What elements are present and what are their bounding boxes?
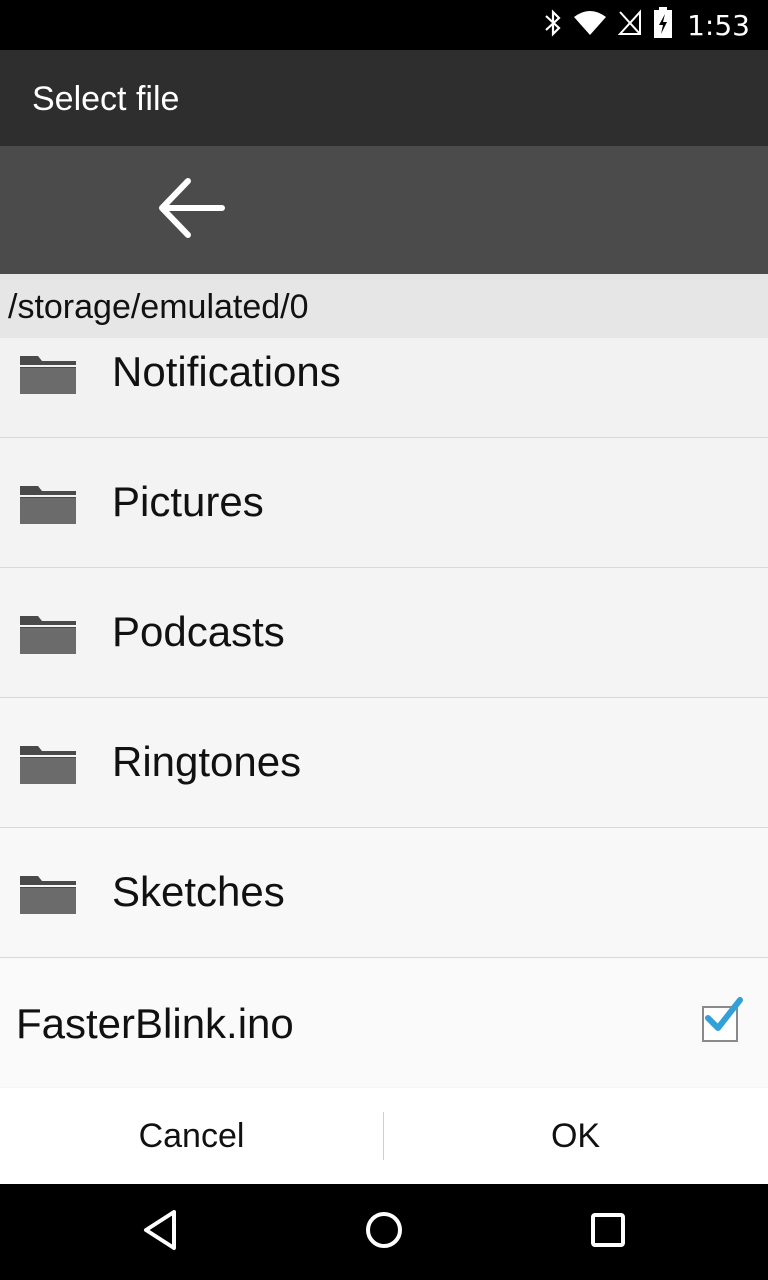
dialog-buttons: Cancel OK [0, 1088, 768, 1184]
list-item-ringtones[interactable]: Ringtones [0, 698, 768, 829]
list-item-label: Podcasts [112, 608, 285, 655]
list-item-label: Notifications [112, 348, 341, 395]
folder-icon [18, 482, 78, 526]
list-item-notifications[interactable]: Notifications [0, 338, 768, 439]
folder-icon [18, 352, 78, 396]
cancel-button[interactable]: Cancel [0, 1088, 383, 1184]
back-triangle-icon [140, 1208, 180, 1257]
current-path-bar: /storage/emulated/0 [0, 274, 768, 338]
wifi-icon [573, 10, 607, 41]
list-item-label: Ringtones [112, 738, 302, 785]
nav-home-button[interactable] [354, 1202, 414, 1262]
list-item-label: Pictures [112, 478, 264, 525]
nav-recents-button[interactable] [578, 1202, 638, 1262]
folder-icon [18, 612, 78, 656]
nav-back-button[interactable] [130, 1202, 190, 1262]
list-item-sketches[interactable]: Sketches [0, 828, 768, 959]
ok-button[interactable]: OK [384, 1088, 767, 1184]
checkmark-icon [705, 997, 743, 1031]
system-nav-bar [0, 1184, 768, 1280]
folder-icon [18, 742, 78, 786]
navigation-toolbar [0, 146, 768, 274]
file-checkbox[interactable] [702, 997, 743, 1042]
arrow-left-icon [158, 177, 226, 244]
status-bar: 1:53 [0, 0, 768, 50]
recents-square-icon [590, 1212, 626, 1253]
home-circle-icon [364, 1210, 404, 1255]
folder-icon [18, 872, 78, 916]
bluetooth-icon [543, 8, 563, 43]
status-icons: 1:53 [543, 0, 750, 50]
dialog-title-bar: Select file [0, 50, 768, 146]
list-item-pictures[interactable]: Pictures [0, 438, 768, 569]
file-name-label: FasterBlink.ino [16, 1000, 294, 1047]
list-item-label: Sketches [112, 868, 285, 915]
back-button[interactable] [142, 166, 242, 254]
list-item-podcasts[interactable]: Podcasts [0, 568, 768, 699]
status-clock: 1:53 [687, 8, 750, 42]
current-path: /storage/emulated/0 [8, 288, 309, 326]
list-item-fasterblink[interactable]: FasterBlink.ino [0, 958, 768, 1087]
dialog-title: Select file [32, 80, 180, 118]
battery-charging-icon [653, 6, 673, 44]
file-list[interactable]: Notifications Pictures Podcasts Ringtone… [0, 338, 768, 1088]
no-sim-icon [617, 8, 643, 42]
